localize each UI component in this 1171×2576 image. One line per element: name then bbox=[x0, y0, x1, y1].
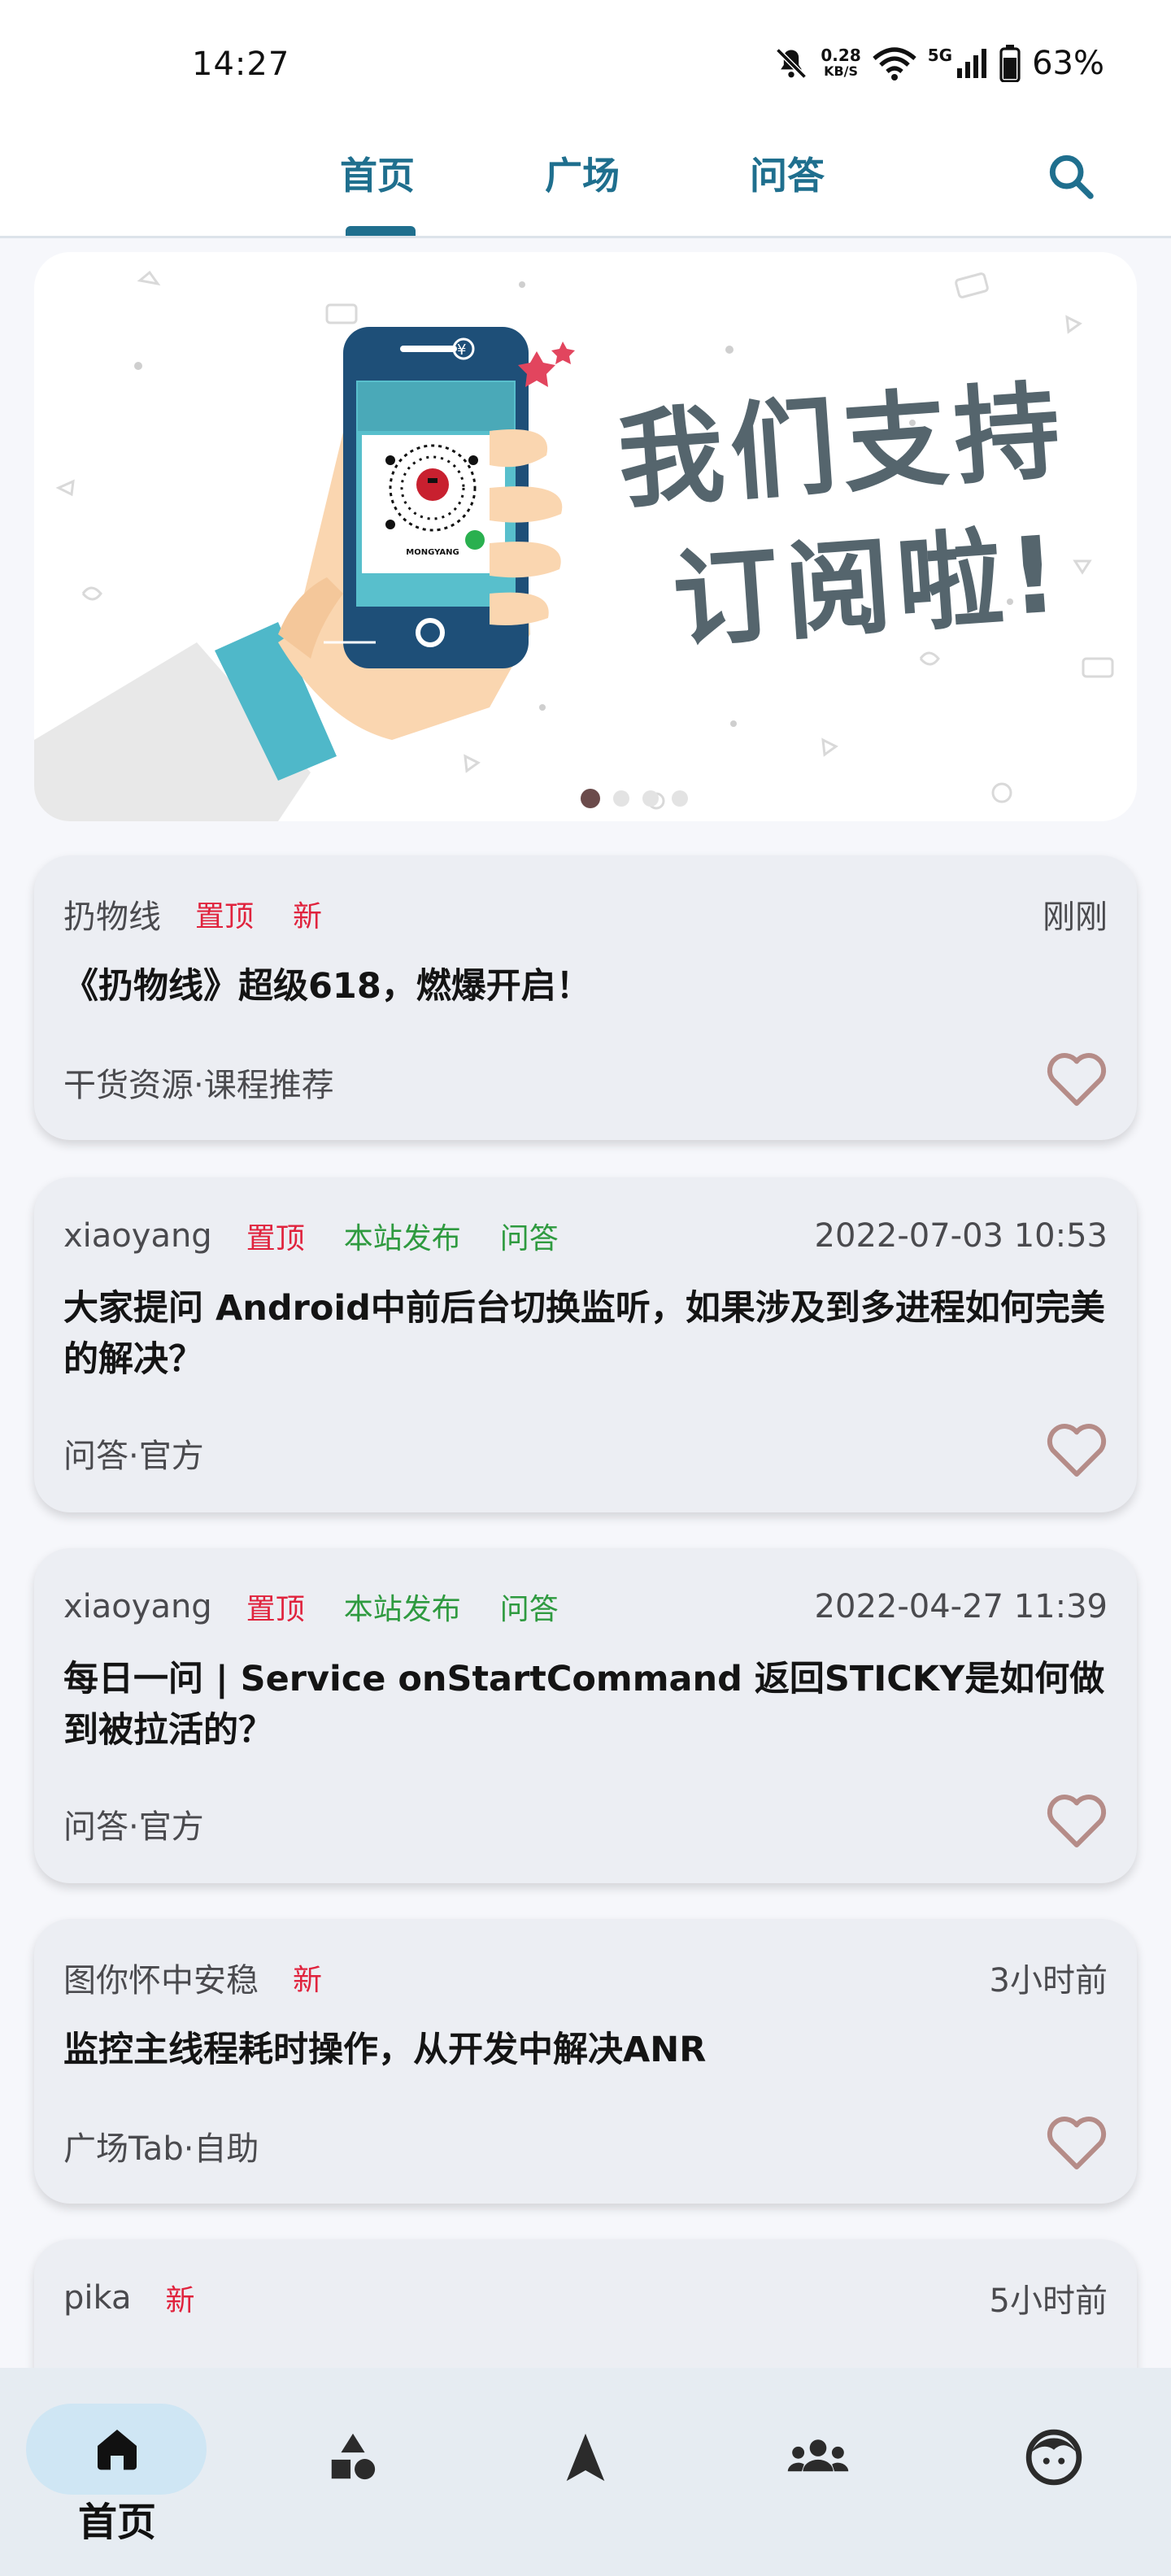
tag-pinned: 置顶 bbox=[246, 1222, 305, 1255]
article-card-header: pika 新 5小时前 bbox=[63, 2275, 1108, 2321]
article-category[interactable]: 问答·官方 bbox=[63, 1429, 204, 1477]
signal-icon bbox=[957, 49, 987, 78]
status-bar: 14:27 0.28 KB/S 5G 63% bbox=[0, 0, 1171, 122]
net-speed-unit: KB/S bbox=[824, 63, 859, 79]
net-speed-value: 0.28 bbox=[821, 46, 861, 65]
tab-home[interactable]: 首页 bbox=[340, 146, 415, 200]
active-tab-indicator bbox=[346, 226, 416, 236]
article-time: 3小时前 bbox=[989, 1962, 1108, 1999]
banner-dot[interactable] bbox=[613, 790, 629, 807]
article-title[interactable]: 大家提问 Android中前后台切换监听，如果涉及到多进程如何完美的解决？ bbox=[63, 1283, 1108, 1386]
article-time: 5小时前 bbox=[989, 2282, 1108, 2320]
phone-currency-symbol: ¥ bbox=[457, 342, 466, 359]
tag-new: 新 bbox=[293, 1964, 323, 1997]
status-icons: 0.28 KB/S 5G 63% bbox=[773, 41, 1104, 86]
profile-icon bbox=[1025, 2429, 1082, 2486]
net-type-label: 5G bbox=[927, 46, 953, 65]
promo-banner[interactable]: ¥ MONGYANG 我们支持 订阅啦! bbox=[34, 252, 1137, 821]
article-time: 刚刚 bbox=[1043, 899, 1108, 936]
home-icon bbox=[98, 2430, 137, 2470]
tag-pinned: 置顶 bbox=[195, 900, 255, 933]
article-title[interactable]: 监控主线程耗时操作，从开发中解决ANR bbox=[63, 2025, 1108, 2076]
tag-site-published: 本站发布 bbox=[343, 1593, 461, 1626]
phone-qr-caption: MONGYANG bbox=[406, 548, 459, 557]
heart-icon[interactable] bbox=[1044, 2113, 1109, 2173]
article-card[interactable]: xiaoyang 置顶 本站发布 问答 2022-04-27 11:39 每日一… bbox=[34, 1548, 1137, 1883]
tag-qa: 问答 bbox=[499, 1222, 559, 1255]
article-category[interactable]: 广场Tab·自助 bbox=[63, 2122, 259, 2169]
article-card[interactable]: xiaoyang 置顶 本站发布 问答 2022-07-03 10:53 大家提… bbox=[34, 1177, 1137, 1512]
article-time: 2022-04-27 11:39 bbox=[814, 1588, 1108, 1625]
banner-pagination bbox=[581, 789, 688, 808]
banner-dot[interactable] bbox=[642, 790, 659, 807]
battery-percent: 63% bbox=[1032, 45, 1104, 82]
banner-dot[interactable] bbox=[672, 790, 688, 807]
tag-new: 新 bbox=[165, 2284, 195, 2317]
article-author[interactable]: 图你怀中安稳 bbox=[63, 1954, 259, 2001]
banner-headline: 我们支持 订阅啦! bbox=[562, 355, 1134, 680]
search-button[interactable] bbox=[1034, 140, 1108, 213]
nav-categories[interactable] bbox=[304, 2425, 402, 2490]
article-card-header: xiaoyang 置顶 本站发布 问答 2022-07-03 10:53 bbox=[63, 1213, 1108, 1259]
article-title[interactable]: 《扔物线》超级618，燃爆开启！ bbox=[63, 961, 1108, 1012]
article-title[interactable]: 每日一问 | Service onStartCommand 返回STICKY是如… bbox=[63, 1654, 1108, 1756]
article-author[interactable]: pika bbox=[63, 2279, 131, 2317]
article-card-header: 图你怀中安稳 新 3小时前 bbox=[63, 1955, 1108, 2000]
bottom-navigation: 首页 bbox=[0, 2368, 1171, 2576]
tag-site-published: 本站发布 bbox=[343, 1222, 461, 1255]
people-icon bbox=[787, 2439, 849, 2472]
heart-icon[interactable] bbox=[1044, 1791, 1109, 1851]
search-icon bbox=[1049, 154, 1094, 199]
article-card[interactable]: 图你怀中安稳 新 3小时前 监控主线程耗时操作，从开发中解决ANR 广场Tab·… bbox=[34, 1919, 1137, 2204]
article-card[interactable]: 扔物线 置顶 新 刚刚 《扔物线》超级618，燃爆开启！ 干货资源·课程推荐 bbox=[34, 855, 1137, 1140]
heart-icon[interactable] bbox=[1044, 1420, 1109, 1480]
article-author[interactable]: xiaoyang bbox=[63, 1588, 212, 1625]
tag-qa: 问答 bbox=[499, 1593, 559, 1626]
article-card-header: xiaoyang 置顶 本站发布 问答 2022-04-27 11:39 bbox=[63, 1584, 1108, 1630]
article-author[interactable]: 扔物线 bbox=[63, 890, 161, 938]
wifi-icon bbox=[873, 47, 916, 80]
article-time: 2022-07-03 10:53 bbox=[814, 1217, 1108, 1255]
tab-qa[interactable]: 问答 bbox=[750, 146, 825, 200]
nav-profile[interactable] bbox=[1005, 2425, 1103, 2490]
article-card-header: 扔物线 置顶 新 刚刚 bbox=[63, 891, 1108, 937]
article-category[interactable]: 干货资源·课程推荐 bbox=[63, 1059, 334, 1106]
mute-bell-icon bbox=[776, 48, 808, 79]
nav-home[interactable] bbox=[68, 2417, 166, 2482]
banner-dot-active[interactable] bbox=[581, 789, 600, 808]
nav-people[interactable] bbox=[769, 2425, 867, 2490]
tag-pinned: 置顶 bbox=[246, 1593, 305, 1626]
battery-icon bbox=[999, 45, 1021, 82]
net-speed: 0.28 KB/S bbox=[821, 47, 860, 80]
categories-icon bbox=[331, 2433, 376, 2480]
heart-icon[interactable] bbox=[1044, 1049, 1109, 1109]
nav-navigation[interactable] bbox=[537, 2425, 634, 2490]
article-author[interactable]: xiaoyang bbox=[63, 1217, 212, 1255]
navigation-icon bbox=[566, 2433, 605, 2482]
status-time: 14:27 bbox=[192, 46, 290, 83]
tag-new: 新 bbox=[293, 900, 323, 933]
tab-square[interactable]: 广场 bbox=[545, 146, 620, 200]
top-tab-bar: 首页 广场 问答 bbox=[0, 122, 1171, 238]
nav-home-label[interactable]: 首页 bbox=[44, 2490, 190, 2547]
article-category[interactable]: 问答·官方 bbox=[63, 1800, 204, 1847]
